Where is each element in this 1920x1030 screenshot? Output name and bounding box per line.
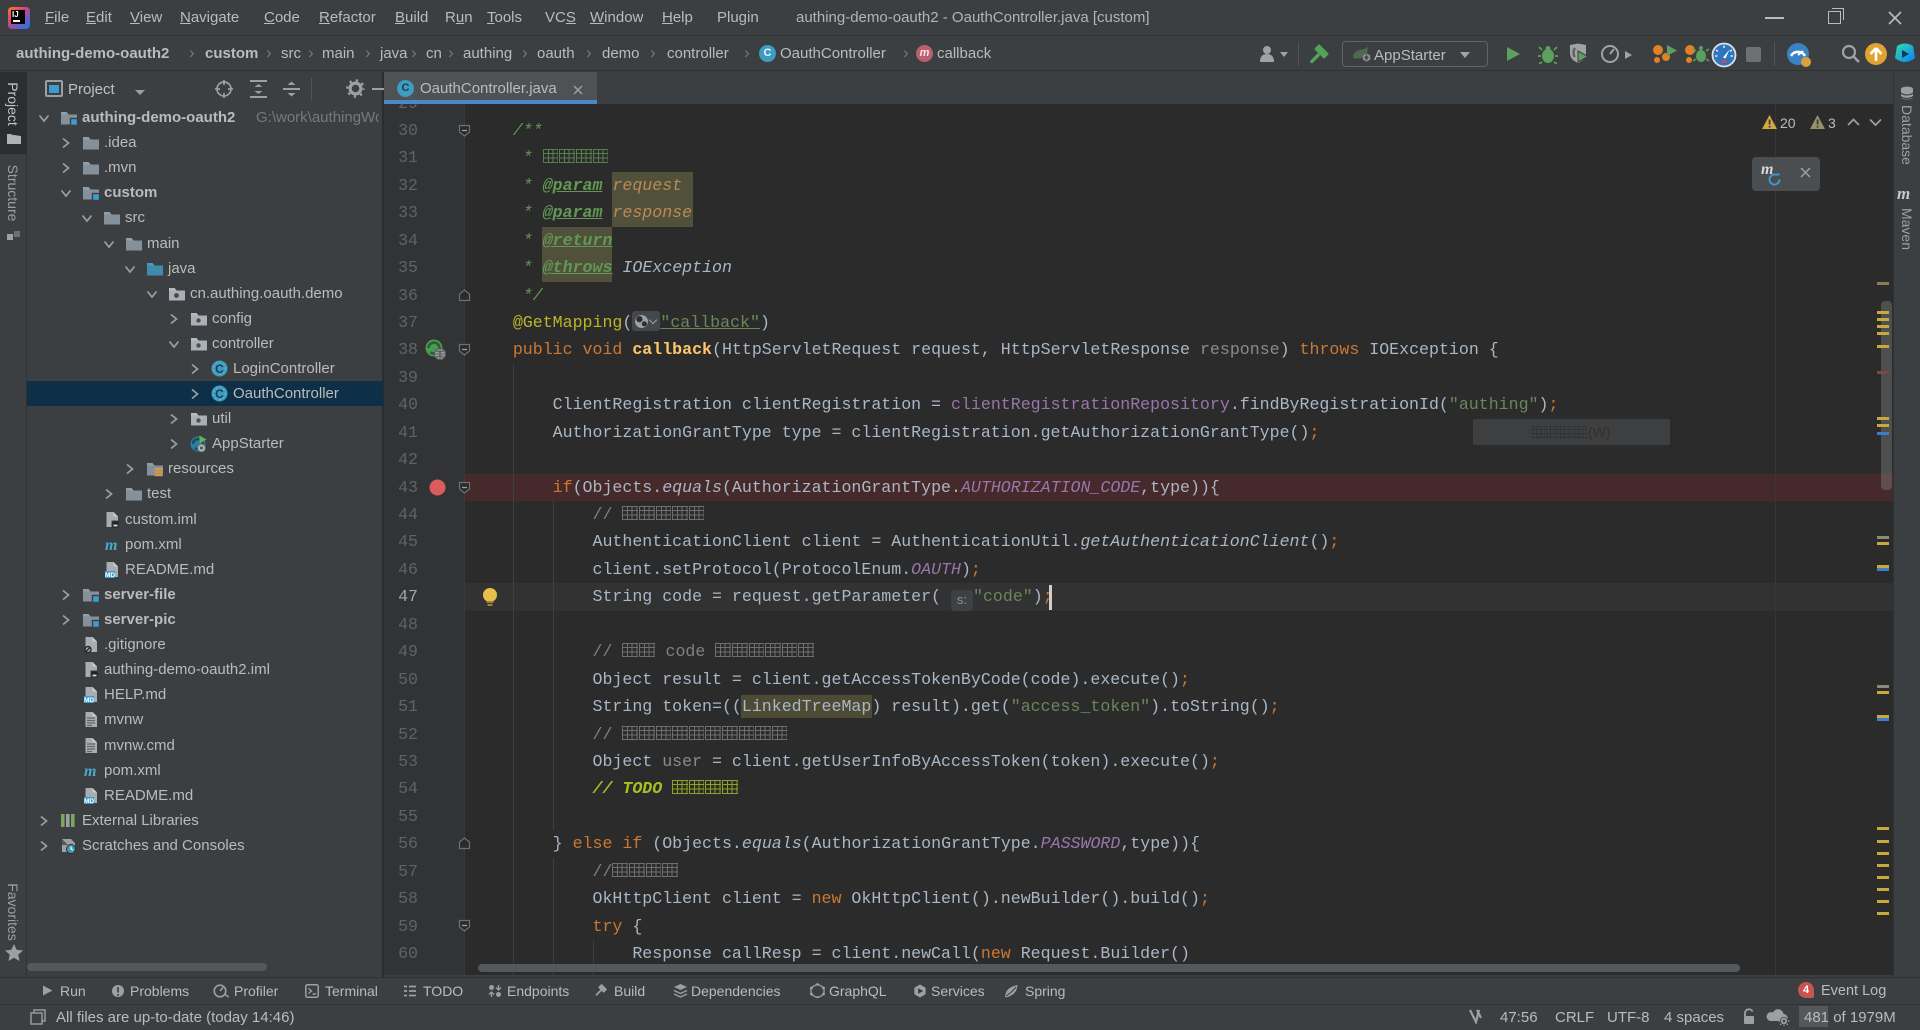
svg-text:C: C — [215, 387, 224, 401]
svg-text:C: C — [215, 362, 224, 376]
svg-text:m: m — [84, 763, 96, 779]
svg-text:m: m — [105, 537, 117, 553]
svg-text:MD: MD — [84, 798, 94, 804]
svg-text:MD: MD — [84, 697, 94, 703]
svg-text:MD: MD — [105, 572, 115, 578]
